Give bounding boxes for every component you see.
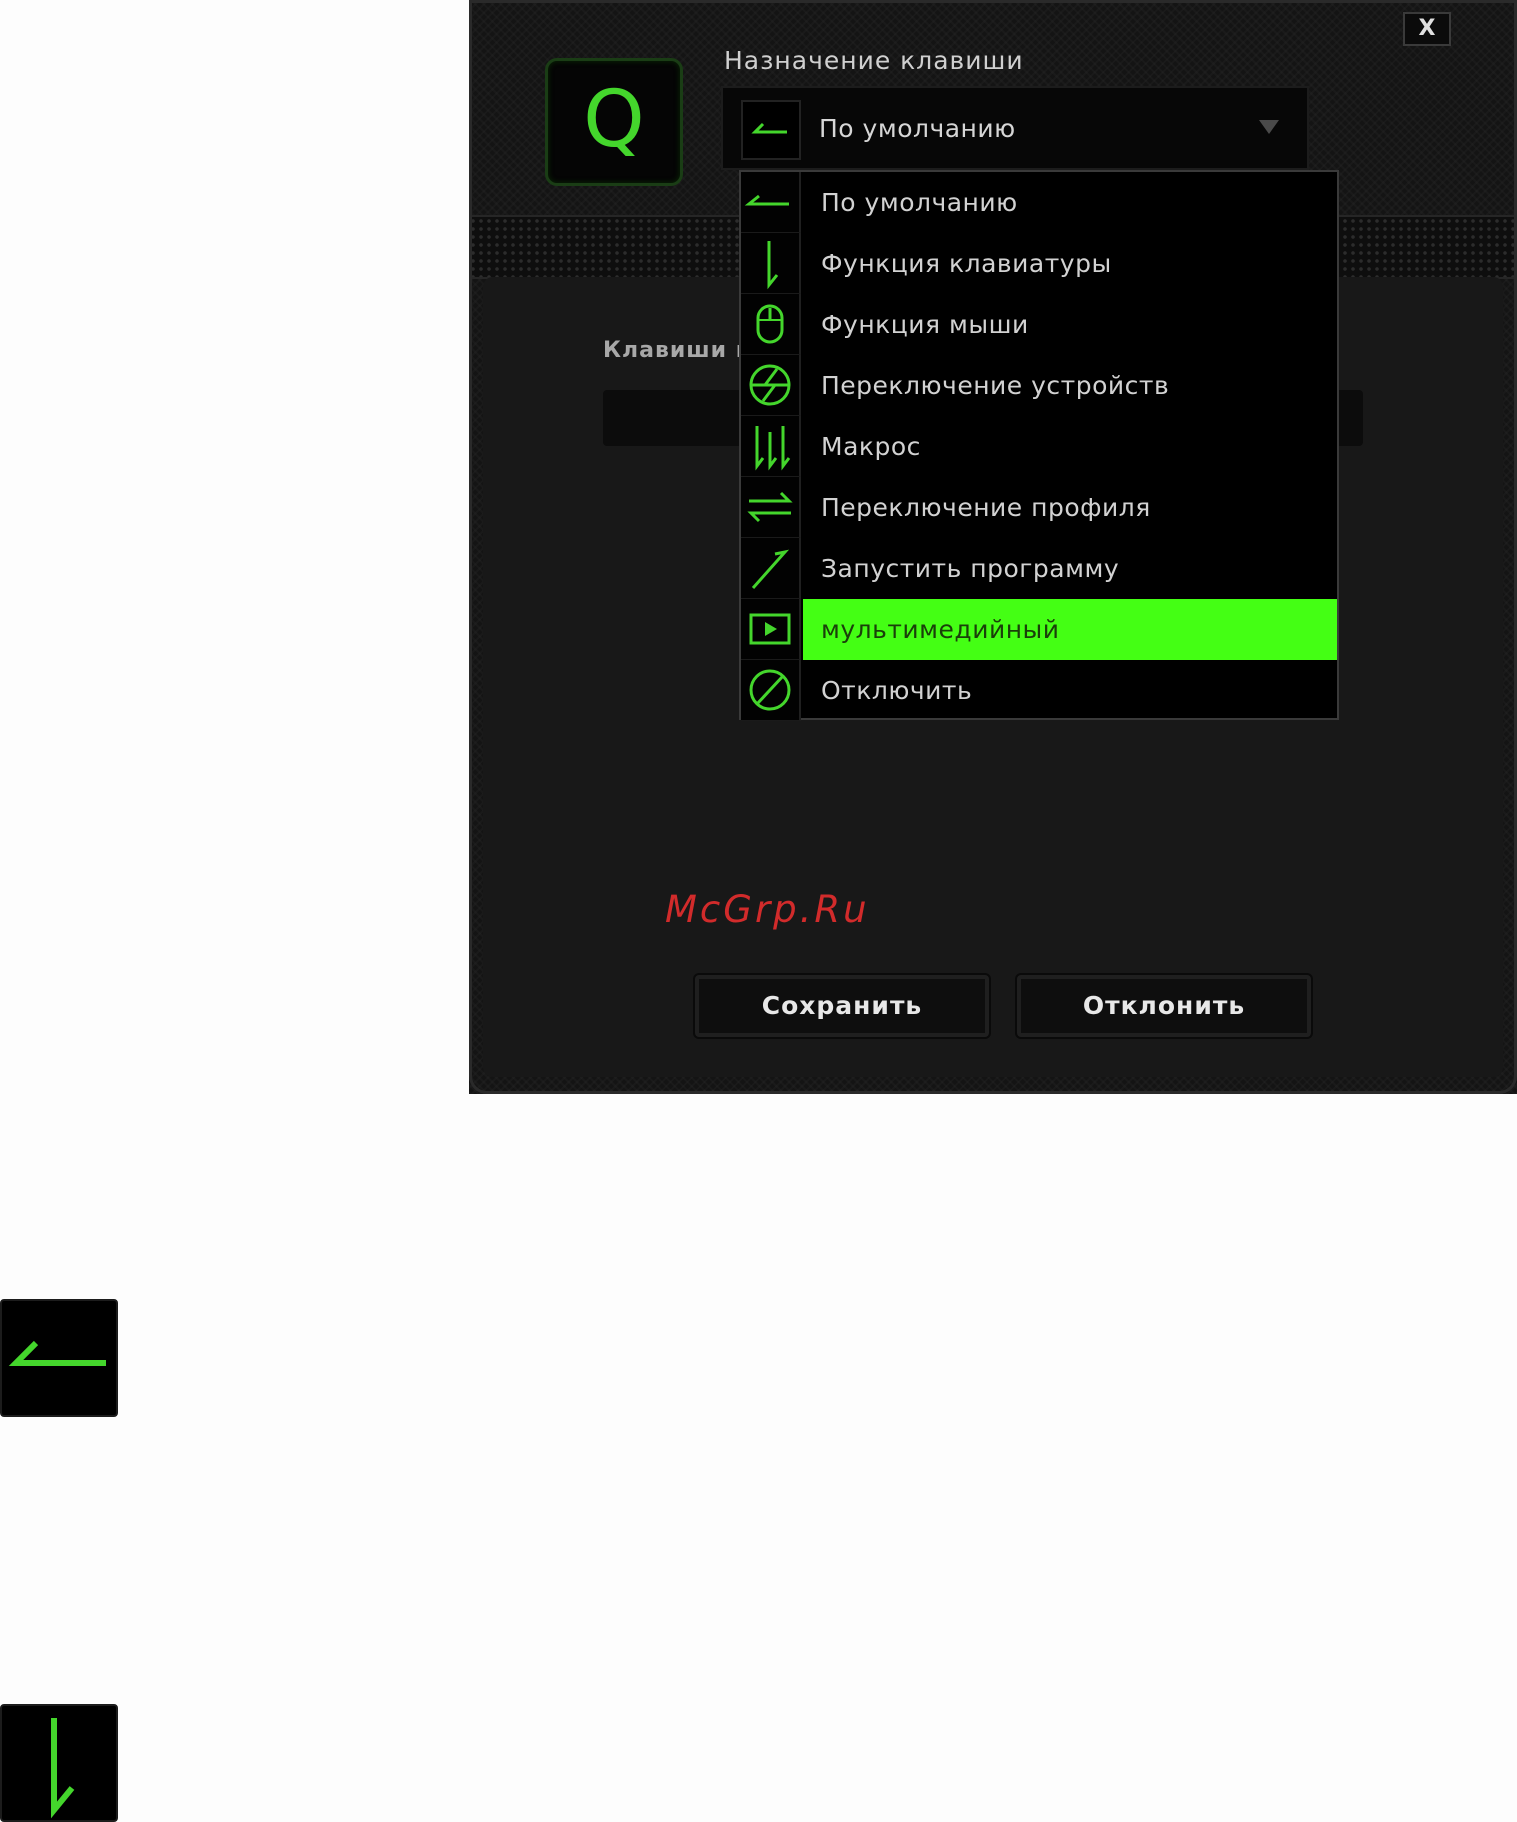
dropdown-item-default[interactable]: По умолчанию [741, 172, 1337, 233]
dropdown-item-device-switch[interactable]: Переключение устройств [741, 355, 1337, 416]
dropdown-item-label: мультимедийный [803, 599, 1337, 660]
dropdown-item-disable[interactable]: Отключить [741, 660, 1337, 721]
dropdown-item-label: Запустить программу [821, 554, 1120, 583]
dropdown-item-multimedia[interactable]: мультимедийный [741, 599, 1337, 660]
close-button[interactable]: X [1403, 12, 1451, 46]
multimedia-icon [741, 599, 801, 660]
macro-icon [741, 416, 801, 477]
dropdown-item-label: Отключить [821, 676, 973, 705]
assignment-select-value: По умолчанию [819, 114, 1016, 143]
assignment-dropdown: По умолчанию Функция клавиатуры Функция … [739, 170, 1339, 721]
key-preview: Q [545, 58, 683, 186]
default-arrow-icon [741, 172, 801, 233]
mouse-icon [741, 294, 801, 355]
keyboard-function-icon [0, 1704, 118, 1822]
default-arrow-icon [0, 1299, 118, 1417]
assignment-label: Назначение клавиши [724, 46, 1024, 75]
reject-button[interactable]: Отклонить [1017, 975, 1311, 1037]
key-assignment-dialog: X Q Назначение клавиши По умолчанию Клав… [469, 0, 1517, 1094]
dropdown-item-label: Переключение профиля [821, 493, 1151, 522]
dropdown-item-label: По умолчанию [821, 188, 1018, 217]
dropdown-item-macro[interactable]: Макрос [741, 416, 1337, 477]
dropdown-item-keyboard[interactable]: Функция клавиатуры [741, 233, 1337, 294]
dropdown-item-launch-program[interactable]: Запустить программу [741, 538, 1337, 599]
dropdown-item-label: Функция клавиатуры [821, 249, 1112, 278]
dropdown-item-label: Переключение устройств [821, 371, 1170, 400]
default-arrow-icon [741, 100, 801, 160]
keys-label: Клавиши п [603, 338, 752, 363]
dropdown-item-profile-switch[interactable]: Переключение профиля [741, 477, 1337, 538]
dropdown-item-label: Функция мыши [821, 310, 1029, 339]
chevron-down-icon[interactable] [1259, 120, 1279, 134]
watermark: McGrp.Ru [665, 888, 870, 931]
keyboard-function-icon [741, 233, 801, 294]
save-button[interactable]: Сохранить [695, 975, 989, 1037]
disable-icon [741, 660, 801, 721]
dropdown-item-label: Макрос [821, 432, 921, 461]
launch-program-icon [741, 538, 801, 599]
assignment-select[interactable]: По умолчанию [721, 86, 1309, 170]
profile-switch-icon [741, 477, 801, 538]
dropdown-item-mouse[interactable]: Функция мыши [741, 294, 1337, 355]
device-switch-icon [741, 355, 801, 416]
